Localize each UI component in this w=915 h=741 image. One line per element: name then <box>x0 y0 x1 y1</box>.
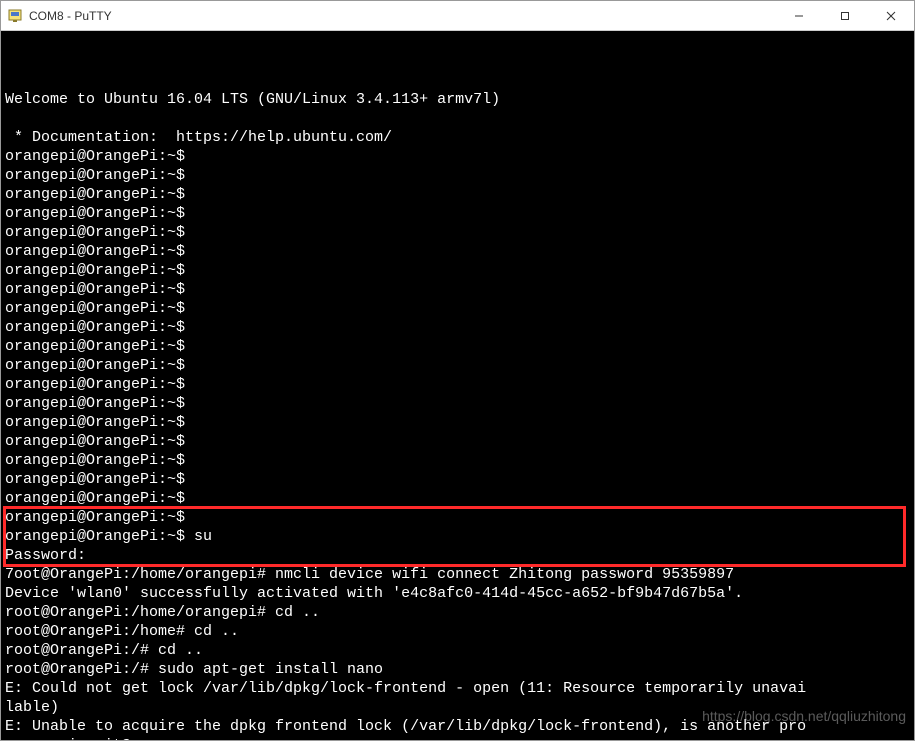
terminal-line: orangepi@OrangePi:~$ <box>5 185 910 204</box>
terminal-line: orangepi@OrangePi:~$ <box>5 337 910 356</box>
terminal-line: orangepi@OrangePi:~$ <box>5 432 910 451</box>
terminal-line: orangepi@OrangePi:~$ <box>5 508 910 527</box>
terminal-line: Welcome to Ubuntu 16.04 LTS (GNU/Linux 3… <box>5 90 910 109</box>
putty-icon <box>7 8 23 24</box>
titlebar[interactable]: COM8 - PuTTY <box>1 1 914 31</box>
terminal-line: * Documentation: https://help.ubuntu.com… <box>5 128 910 147</box>
terminal-line: E: Unable to acquire the dpkg frontend l… <box>5 717 910 736</box>
terminal-line: orangepi@OrangePi:~$ <box>5 261 910 280</box>
terminal-line: lable) <box>5 698 910 717</box>
terminal-line: orangepi@OrangePi:~$ <box>5 280 910 299</box>
maximize-button[interactable] <box>822 1 868 30</box>
putty-window: COM8 - PuTTY Welcome to Ubuntu 16.04 LTS… <box>0 0 915 741</box>
terminal-line: root@OrangePi:/# sudo apt-get install na… <box>5 660 910 679</box>
terminal-line: orangepi@OrangePi:~$ <box>5 299 910 318</box>
terminal-line: orangepi@OrangePi:~$ <box>5 451 910 470</box>
terminal-line: orangepi@OrangePi:~$ <box>5 394 910 413</box>
terminal-line: root@OrangePi:/home/orangepi# cd .. <box>5 603 910 622</box>
terminal-line: 7oot@OrangePi:/home/orangepi# nmcli devi… <box>5 565 910 584</box>
terminal-line: orangepi@OrangePi:~$ <box>5 223 910 242</box>
terminal-line: root@OrangePi:/# cd .. <box>5 641 910 660</box>
terminal-line: orangepi@OrangePi:~$ <box>5 147 910 166</box>
terminal-line: orangepi@OrangePi:~$ <box>5 375 910 394</box>
terminal-line: orangepi@OrangePi:~$ su <box>5 527 910 546</box>
terminal-line: cess using it? <box>5 736 910 740</box>
close-button[interactable] <box>868 1 914 30</box>
terminal-line: orangepi@OrangePi:~$ <box>5 204 910 223</box>
terminal-line: E: Could not get lock /var/lib/dpkg/lock… <box>5 679 910 698</box>
terminal-line: orangepi@OrangePi:~$ <box>5 356 910 375</box>
terminal-line: orangepi@OrangePi:~$ <box>5 413 910 432</box>
terminal-line: Password: <box>5 546 910 565</box>
terminal-line: Device 'wlan0' successfully activated wi… <box>5 584 910 603</box>
terminal-line: orangepi@OrangePi:~$ <box>5 166 910 185</box>
terminal-line <box>5 109 910 128</box>
terminal-line: orangepi@OrangePi:~$ <box>5 470 910 489</box>
terminal-line: root@OrangePi:/home# cd .. <box>5 622 910 641</box>
terminal-line: orangepi@OrangePi:~$ <box>5 242 910 261</box>
window-title: COM8 - PuTTY <box>29 9 776 23</box>
minimize-button[interactable] <box>776 1 822 30</box>
window-controls <box>776 1 914 30</box>
terminal-line: orangepi@OrangePi:~$ <box>5 318 910 337</box>
terminal-line: orangepi@OrangePi:~$ <box>5 489 910 508</box>
terminal-area[interactable]: Welcome to Ubuntu 16.04 LTS (GNU/Linux 3… <box>1 31 914 740</box>
